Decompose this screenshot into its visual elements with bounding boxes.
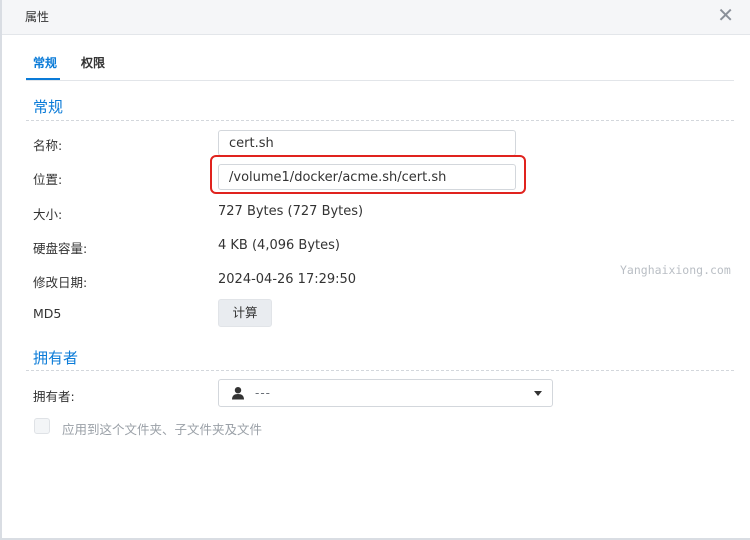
section-divider-general <box>26 120 734 121</box>
dialog-title: 属性 <box>25 10 50 24</box>
tab-permissions[interactable]: 权限 <box>81 54 105 71</box>
properties-dialog: 属性 ✕ 常规 权限 常规 名称: 位置: 大小: 727 Bytes (727… <box>0 0 750 540</box>
section-title-owner: 拥有者 <box>33 349 79 367</box>
close-icon[interactable]: ✕ <box>717 4 734 26</box>
disk-size-value: 4 KB (4,096 Bytes) <box>218 238 340 253</box>
user-icon <box>232 387 244 400</box>
owner-label: 拥有者: <box>33 389 75 404</box>
md5-label: MD5 <box>33 306 62 321</box>
owner-select[interactable]: --- <box>218 379 553 407</box>
section-divider-owner <box>26 370 734 371</box>
watermark: Yanghaixiong.com <box>620 263 731 277</box>
apply-recursive-checkbox[interactable] <box>34 418 50 434</box>
owner-select-value: --- <box>255 386 271 400</box>
modified-date-value: 2024-04-26 17:29:50 <box>218 272 357 287</box>
location-input[interactable] <box>218 164 516 190</box>
tab-general[interactable]: 常规 <box>33 54 57 71</box>
name-label: 名称: <box>33 138 63 153</box>
modified-date-label: 修改日期: <box>33 275 88 290</box>
calculate-md5-button[interactable]: 计算 <box>218 299 272 327</box>
size-label: 大小: <box>33 207 63 222</box>
apply-recursive-label: 应用到这个文件夹、子文件夹及文件 <box>62 422 263 437</box>
size-value: 727 Bytes (727 Bytes) <box>218 204 364 219</box>
disk-size-label: 硬盘容量: <box>33 241 88 256</box>
tab-divider <box>26 80 734 81</box>
location-label: 位置: <box>33 172 63 187</box>
section-title-general: 常规 <box>33 98 64 116</box>
chevron-down-icon <box>534 391 542 396</box>
name-input[interactable] <box>218 130 516 156</box>
title-bar: 属性 ✕ <box>2 0 750 35</box>
